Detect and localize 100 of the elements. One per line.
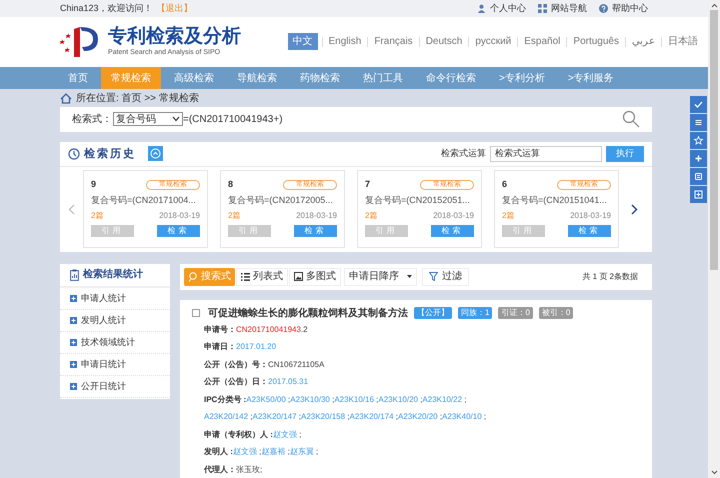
- result-badge: 引证：0: [498, 307, 533, 320]
- operation-label: 检索式运算: [441, 147, 486, 160]
- help-icon: [599, 4, 608, 13]
- add-icon: [693, 189, 704, 200]
- stats-item[interactable]: 公开日统计: [60, 376, 170, 398]
- search-button[interactable]: 检索: [157, 224, 200, 237]
- site-title: 专利检索及分析: [108, 26, 241, 48]
- expand-icon: [70, 294, 77, 302]
- card-date: 2018-03-19: [433, 210, 474, 222]
- view-tab[interactable]: 多图式: [289, 268, 341, 286]
- top-link[interactable]: 网站导航: [551, 2, 587, 16]
- side-tool-button[interactable]: [690, 114, 707, 131]
- result-field: 申请（专利权）人 :赵文强 ;: [204, 426, 504, 444]
- top-link[interactable]: 个人中心: [490, 2, 526, 16]
- plus-icon: [693, 153, 704, 164]
- collapse-button[interactable]: [148, 146, 163, 162]
- side-tool-button[interactable]: [690, 186, 707, 203]
- nav-tab[interactable]: >专利分析: [489, 66, 555, 90]
- scroll-up-icon: [710, 3, 718, 8]
- star-icon: [693, 135, 704, 146]
- card-number: 7: [365, 178, 370, 192]
- home-icon: [60, 92, 72, 104]
- result-field: 代理人：张玉玫;: [204, 460, 504, 478]
- result-field: 发明人 :赵文强 ;赵嘉裕 ;赵东翼 ;: [204, 443, 504, 461]
- nav-tab[interactable]: 命令行检索: [416, 66, 486, 90]
- expand-icon: [70, 360, 77, 368]
- clock-icon: [68, 148, 80, 160]
- side-tool-button[interactable]: [690, 132, 707, 149]
- caret-icon: [407, 275, 412, 278]
- language-link[interactable]: Português: [571, 34, 621, 50]
- nav-tab[interactable]: >专利服务: [558, 66, 624, 90]
- page-summary: 共 1 页 2条数据: [582, 270, 638, 283]
- filter-button[interactable]: 过滤: [422, 268, 469, 286]
- language-link[interactable]: Español: [522, 34, 562, 50]
- result-field: 公开（公告）日：2017.05.31: [204, 373, 504, 391]
- operation-input[interactable]: 检索式运算: [490, 146, 602, 162]
- stats-item[interactable]: 申请日统计: [60, 354, 170, 376]
- breadcrumb-text: 所在位置: 首页 >> 常规检索: [76, 92, 199, 106]
- card-date: 2018-03-19: [570, 210, 611, 222]
- search-query: =(CN201710041943+): [183, 112, 283, 127]
- card-number: 9: [91, 178, 96, 192]
- card-date: 2018-03-19: [159, 210, 200, 222]
- sort-dropdown[interactable]: 申请日降序: [344, 268, 417, 286]
- scroll-thumb[interactable]: [710, 10, 718, 270]
- side-tool-button[interactable]: [690, 150, 707, 167]
- clipboard-icon: [70, 268, 79, 281]
- language-link[interactable]: عربي: [630, 34, 657, 50]
- result-field: 申请号：CN201710041943.2: [204, 320, 504, 338]
- user-icon: [477, 4, 486, 13]
- language-link[interactable]: English: [326, 34, 364, 50]
- result-badge: 被引：0: [538, 307, 574, 320]
- stats-item[interactable]: 发明人统计: [60, 310, 170, 332]
- stats-item[interactable]: 申请人统计: [60, 288, 170, 310]
- result-badge[interactable]: 同族：1: [458, 307, 492, 320]
- checkbox[interactable]: [192, 309, 200, 318]
- language-link[interactable]: 中文: [288, 33, 318, 50]
- card-count: 2篇: [228, 210, 240, 222]
- logo-icon: [60, 24, 100, 59]
- card-date: 2018-03-19: [296, 210, 337, 222]
- card-query: 复合号码=(CN20152051...: [365, 194, 470, 207]
- check-icon: [693, 99, 704, 110]
- nav-tab[interactable]: 热门工具: [353, 66, 413, 90]
- nav-tab[interactable]: 导航检索: [227, 66, 287, 90]
- search-label: 检索式：: [72, 112, 112, 127]
- search-button[interactable]: 检索: [568, 224, 611, 237]
- nav-tab[interactable]: 药物检索: [290, 66, 350, 90]
- card-number: 6: [502, 178, 508, 192]
- welcome-text: China123，欢迎访问！: [60, 2, 153, 15]
- result-field: 申请日：2017.01.20: [204, 338, 504, 356]
- result-title[interactable]: 可促进蟾蜍生长的膨化颗粒饲料及其制备方法: [208, 306, 408, 321]
- search-icon: [622, 110, 640, 128]
- scrollbar[interactable]: [708, 0, 720, 478]
- card-number: 8: [228, 178, 234, 192]
- card-count: 2篇: [91, 210, 104, 222]
- expand-icon: [70, 338, 77, 346]
- search-button[interactable]: 检索: [294, 224, 337, 237]
- search-button[interactable]: 检索: [431, 224, 474, 237]
- search-icon: [188, 272, 198, 282]
- list-icon: [693, 117, 704, 128]
- result-field: 公开（公告）号：CN106721105A: [204, 356, 504, 374]
- side-tool-button[interactable]: [690, 96, 707, 113]
- top-link[interactable]: 帮助中心: [612, 2, 648, 16]
- select-value: 复合号码: [116, 112, 156, 127]
- side-tool-button[interactable]: [690, 168, 707, 185]
- field-select[interactable]: 复合号码: [113, 112, 183, 126]
- result-field: IPC分类号 :A23K50/00 ;A23K10/30 ;A23K10/16 ;A23K10/20 ;A23K10/22 ; A23K20/142 ;A23K20/147 ;A23K20/158 ;A23K20/174 ;A23K20/20 ;A23K40/10 ;: [204, 390, 504, 426]
- card-count: 2篇: [502, 210, 514, 222]
- view-tab[interactable]: 列表式: [236, 268, 288, 286]
- stats-item[interactable]: 技术领域统计: [60, 332, 170, 354]
- nav-tab[interactable]: 高级检索: [164, 66, 224, 90]
- language-link[interactable]: русский: [473, 34, 514, 50]
- nav-tab[interactable]: 首页: [58, 66, 98, 90]
- language-link[interactable]: Français: [372, 34, 415, 50]
- execute-button[interactable]: 执行: [606, 146, 644, 162]
- result-badge[interactable]: 【公开】: [414, 307, 452, 320]
- scroll-down-icon: [710, 470, 718, 475]
- language-link[interactable]: 日本語: [666, 34, 700, 50]
- card-query: 复合号码=(CN20171004...: [91, 194, 196, 207]
- note-icon: [693, 171, 704, 182]
- language-link[interactable]: Deutsch: [424, 34, 464, 50]
